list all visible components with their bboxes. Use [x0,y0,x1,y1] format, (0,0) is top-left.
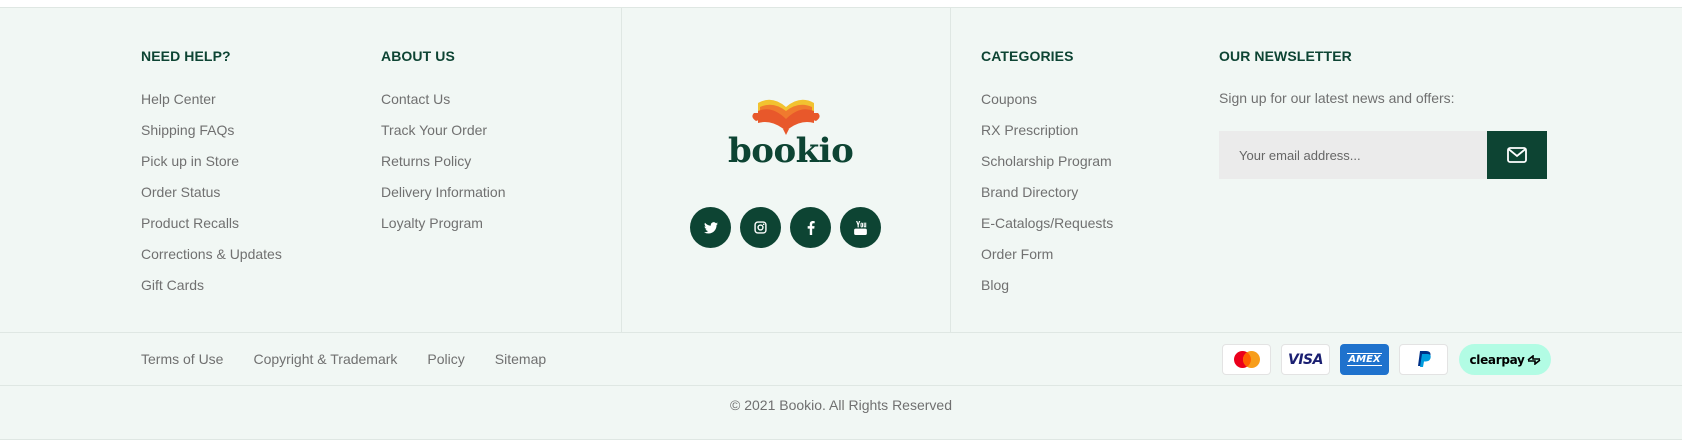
mastercard-icon [1222,344,1271,375]
bookio-logo[interactable]: bookio [728,93,854,173]
category-link[interactable]: Brand Directory [981,182,1113,213]
help-link[interactable]: Pick up in Store [141,151,282,182]
newsletter-text: Sign up for our latest news and offers: [1219,90,1455,106]
about-title: ABOUT US [381,48,455,64]
category-link[interactable]: Coupons [981,89,1113,120]
instagram-button[interactable] [740,207,781,248]
footer-bottom-bar: Terms of Use Copyright & Trademark Polic… [0,333,1682,386]
divider [621,8,622,333]
subscribe-button[interactable] [1487,131,1547,179]
facebook-button[interactable] [790,207,831,248]
category-link[interactable]: Scholarship Program [981,151,1113,182]
category-link[interactable]: E-Catalogs/Requests [981,213,1113,244]
youtube-button[interactable] [840,207,881,248]
amex-label: AMEX [1347,353,1382,366]
legal-link[interactable]: Policy [427,351,464,367]
site-footer: NEED HELP? Help Center Shipping FAQs Pic… [0,7,1682,440]
help-links: Help Center Shipping FAQs Pick up in Sto… [141,89,282,306]
legal-link[interactable]: Terms of Use [141,351,223,367]
category-link[interactable]: Blog [981,275,1113,306]
about-links: Contact Us Track Your Order Returns Poli… [381,89,506,244]
help-link[interactable]: Shipping FAQs [141,120,282,151]
help-link[interactable]: Order Status [141,182,282,213]
about-link[interactable]: Track Your Order [381,120,506,151]
about-link[interactable]: Contact Us [381,89,506,120]
help-link[interactable]: Product Recalls [141,213,282,244]
about-link[interactable]: Loyalty Program [381,213,506,244]
copyright-text: © 2021 Bookio. All Rights Reserved [730,397,952,413]
visa-label: VISA [1288,351,1323,368]
help-link[interactable]: Corrections & Updates [141,244,282,275]
help-title: NEED HELP? [141,48,231,64]
email-input[interactable] [1219,131,1487,179]
twitter-button[interactable] [690,207,731,248]
categories-links: Coupons RX Prescription Scholarship Prog… [981,89,1113,306]
newsletter-title: OUR NEWSLETTER [1219,48,1352,64]
footer-main: NEED HELP? Help Center Shipping FAQs Pic… [0,8,1682,333]
category-link[interactable]: Order Form [981,244,1113,275]
about-link[interactable]: Delivery Information [381,182,506,213]
categories-title: CATEGORIES [981,48,1074,64]
legal-link[interactable]: Sitemap [495,351,546,367]
amex-icon: AMEX [1340,344,1389,375]
instagram-icon [754,221,767,234]
facebook-icon [807,220,815,235]
paypal-icon [1399,344,1448,375]
twitter-icon [703,221,718,234]
help-link[interactable]: Gift Cards [141,275,282,306]
brand-name: bookio [728,131,854,171]
envelope-icon [1507,147,1527,163]
youtube-icon [854,220,867,235]
legal-link[interactable]: Copyright & Trademark [253,351,397,367]
visa-icon: VISA [1281,344,1330,375]
help-link[interactable]: Help Center [141,89,282,120]
clearpay-label: clearpay [1469,352,1525,367]
category-link[interactable]: RX Prescription [981,120,1113,151]
legal-links: Terms of Use Copyright & Trademark Polic… [141,351,576,367]
divider [950,8,951,333]
clearpay-icon: clearpay [1459,344,1551,375]
about-link[interactable]: Returns Policy [381,151,506,182]
